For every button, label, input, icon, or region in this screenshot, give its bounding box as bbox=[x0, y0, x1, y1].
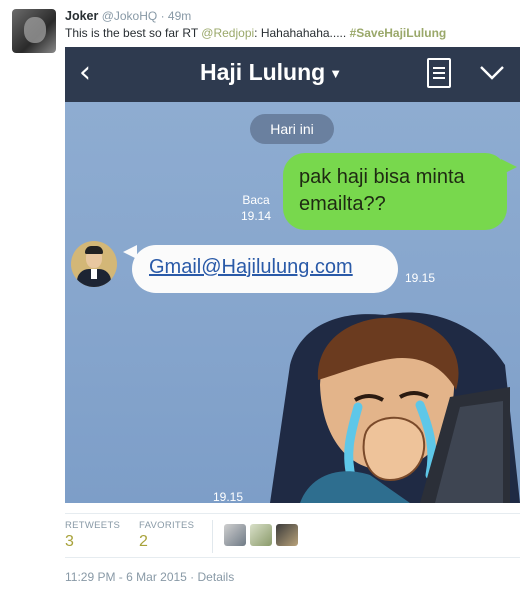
back-arrow-icon: ‹ bbox=[79, 55, 91, 90]
retweets-label: RETWEETS bbox=[65, 520, 121, 531]
chat-top-bar: ‹ Haji Lulung ▼ bbox=[65, 47, 520, 102]
chat-title-text: Haji Lulung bbox=[200, 59, 326, 85]
sticker-time: 19.15 bbox=[213, 490, 244, 503]
reply-time: 19.15 bbox=[405, 271, 436, 285]
favorites-stat[interactable]: FAVORITES 2 bbox=[139, 520, 194, 551]
tweet-text: This is the best so far RT @Redjopi: Hah… bbox=[65, 26, 446, 40]
reply-message-bubble: Gmail@Hajilulung.com bbox=[132, 245, 398, 293]
retweets-count: 3 bbox=[65, 533, 74, 550]
display-name[interactable]: Joker bbox=[65, 9, 98, 23]
tweet: Joker @JokoHQ · 49m This is the best so … bbox=[0, 0, 530, 590]
read-time: 19.14 bbox=[241, 209, 272, 223]
stats-divider bbox=[212, 520, 213, 553]
chevron-down-icon bbox=[480, 66, 504, 80]
chat-title: Haji Lulung ▼ bbox=[200, 59, 342, 86]
read-label: Baca bbox=[242, 193, 270, 207]
sent-message-bubble: pak haji bisa minta emailta?? bbox=[283, 153, 507, 230]
favorites-count: 2 bbox=[139, 533, 148, 550]
read-receipt: Baca 19.14 bbox=[241, 192, 271, 224]
handle[interactable]: @JokoHQ bbox=[102, 9, 158, 23]
sent-message-line-1: pak haji bisa minta bbox=[299, 166, 465, 188]
time-ago[interactable]: 49m bbox=[168, 9, 191, 23]
hashtag-link[interactable]: #SaveHajiLulung bbox=[350, 26, 447, 40]
tweet-footer: 11:29 PM - 6 Mar 2015 · Details bbox=[65, 570, 234, 584]
retweets-stat[interactable]: RETWEETS 3 bbox=[65, 520, 120, 551]
caret-down-icon: ▼ bbox=[329, 66, 343, 82]
tweet-timestamp[interactable]: 11:29 PM - 6 Mar 2015 bbox=[65, 570, 187, 584]
favoriter-avatar-2[interactable] bbox=[250, 524, 272, 546]
user-avatar[interactable] bbox=[12, 9, 56, 53]
sent-message-line-2: emailta?? bbox=[299, 193, 386, 215]
notes-icon bbox=[427, 58, 451, 88]
mention-link[interactable]: @Redjopi bbox=[201, 26, 254, 40]
tweet-stats: RETWEETS 3 FAVORITES 2 bbox=[65, 513, 520, 558]
favoriter-avatar-1[interactable] bbox=[224, 524, 246, 546]
tweet-text-middle: : Hahahahaha..... bbox=[254, 26, 350, 40]
contact-avatar bbox=[71, 241, 117, 287]
crying-sticker bbox=[270, 312, 520, 503]
favorites-label: FAVORITES bbox=[139, 520, 195, 531]
details-link[interactable]: Details bbox=[198, 570, 235, 584]
time-separator: · bbox=[160, 9, 165, 23]
footer-separator: · bbox=[186, 570, 198, 584]
tweet-text-prefix: This is the best so far RT bbox=[65, 26, 202, 40]
tweet-header: Joker @JokoHQ · 49m bbox=[65, 9, 191, 23]
attached-photo[interactable]: ‹ Haji Lulung ▼ Hari ini Baca 19.14 pak h… bbox=[65, 47, 520, 503]
email-link: Gmail@Hajilulung.com bbox=[149, 256, 353, 278]
favoriter-avatar-3[interactable] bbox=[276, 524, 298, 546]
date-pill: Hari ini bbox=[250, 114, 334, 144]
